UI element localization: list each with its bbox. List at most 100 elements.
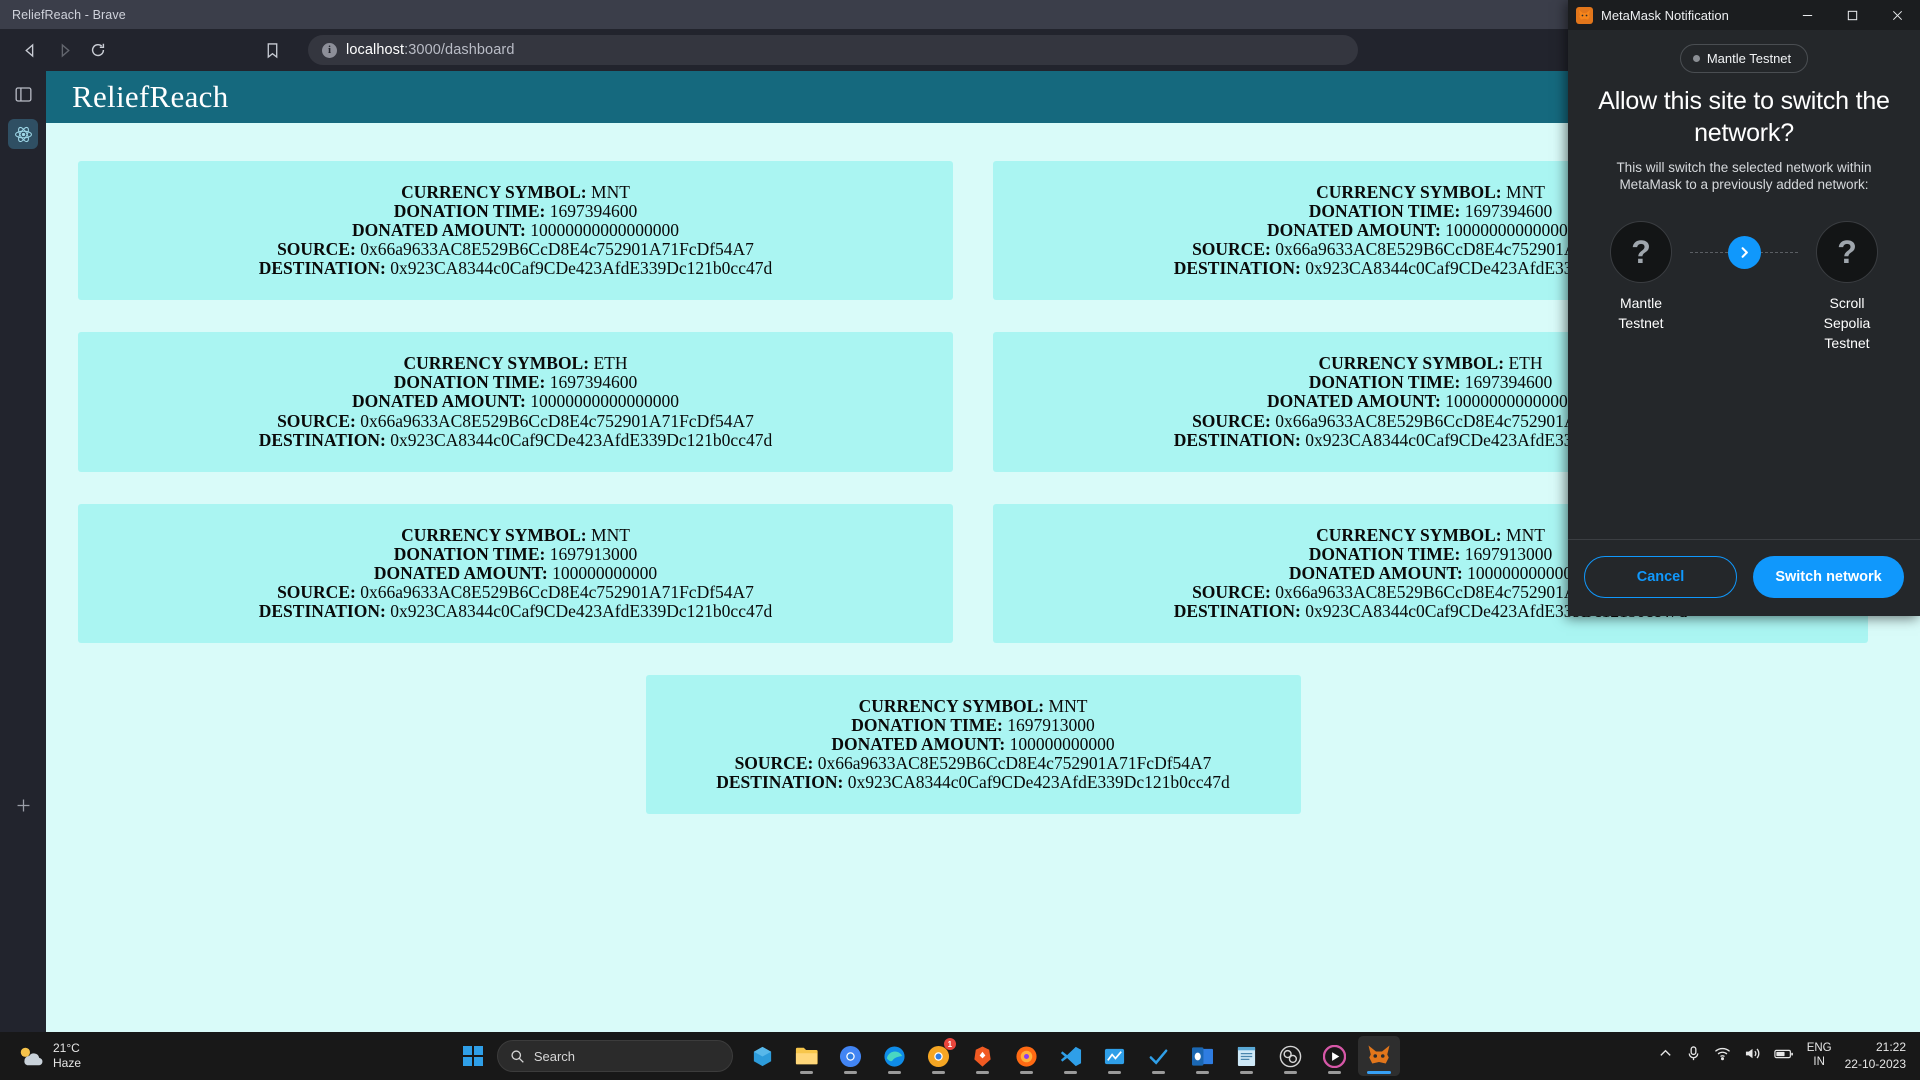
taskbar-app-notepad[interactable] xyxy=(1226,1036,1268,1076)
start-button[interactable] xyxy=(458,1041,488,1071)
donation-card[interactable]: CURRENCY SYMBOL: ETH DONATION TIME: 16973… xyxy=(78,332,953,472)
network-selector-pill[interactable]: Mantle Testnet xyxy=(1679,44,1809,73)
card-label-source: SOURCE: xyxy=(1192,581,1271,602)
microphone-button[interactable] xyxy=(1686,1045,1701,1067)
card-label-donation-time: DONATION TIME: xyxy=(393,543,546,564)
taskbar-app-todo[interactable] xyxy=(1138,1036,1180,1076)
card-label-donated-amount: DONATED AMOUNT: xyxy=(1267,391,1441,412)
taskbar-app-badge: 1 xyxy=(943,1038,956,1050)
forward-button[interactable] xyxy=(48,34,80,66)
card-label-destination: DESTINATION: xyxy=(1173,429,1301,450)
card-field-destination: DESTINATION: 0x923CA8344c0Caf9CDe423AfdE… xyxy=(96,259,935,278)
taskbar-app-edge[interactable] xyxy=(874,1036,916,1076)
weather-text: 21°C Haze xyxy=(53,1041,81,1071)
forward-arrow-icon xyxy=(61,42,70,58)
metamask-fox-icon xyxy=(1576,6,1593,24)
minimize-icon xyxy=(1802,14,1813,16)
taskbar-app-file-explorer[interactable] xyxy=(786,1036,828,1076)
card-value-currency-symbol: MNT xyxy=(1506,524,1545,545)
donation-card[interactable]: CURRENCY SYMBOL: MNT DONATION TIME: 16979… xyxy=(645,674,1301,815)
azure-data-studio-icon xyxy=(1102,1043,1128,1069)
chevron-right-icon xyxy=(1727,235,1761,269)
show-hidden-icons-button[interactable] xyxy=(1658,1046,1673,1066)
taskbar-app-outlook[interactable] xyxy=(1182,1036,1224,1076)
taskbar-app-media-player[interactable] xyxy=(1314,1036,1356,1076)
back-button[interactable] xyxy=(14,34,46,66)
network-selector-label: Mantle Testnet xyxy=(1706,51,1792,66)
taskbar-app-obs[interactable] xyxy=(1270,1036,1312,1076)
card-field-currency-symbol: CURRENCY SYMBOL: ETH xyxy=(96,354,935,373)
card-value-source: 0x66a9633AC8E529B6CcD8E4c752901A71FcDf54… xyxy=(360,581,754,602)
taskbar-app-indicator xyxy=(800,1071,814,1074)
card-label-destination: DESTINATION: xyxy=(258,258,386,279)
windows-taskbar: 21°C Haze Search 1 ENG IN 21:22 22-10-20… xyxy=(0,1032,1920,1080)
taskbar-weather-widget[interactable]: 21°C Haze xyxy=(0,1041,200,1071)
taskbar-app-chrome[interactable] xyxy=(830,1036,872,1076)
edge-icon xyxy=(882,1043,908,1069)
taskbar-app-indicator xyxy=(976,1071,990,1074)
url-text: localhost:3000/dashboard xyxy=(346,42,514,58)
sidebar-panel-icon xyxy=(15,86,31,102)
card-label-donated-amount: DONATED AMOUNT: xyxy=(352,391,526,412)
card-label-destination: DESTINATION: xyxy=(258,600,386,621)
card-label-destination: DESTINATION: xyxy=(258,429,386,450)
taskbar-search-box[interactable]: Search xyxy=(496,1040,733,1072)
metamask-body: Mantle Testnet Allow this site to switch… xyxy=(1568,30,1920,539)
add-icon xyxy=(17,799,29,811)
reload-button[interactable] xyxy=(82,34,114,66)
weather-haze-icon xyxy=(20,1047,43,1066)
close-button[interactable] xyxy=(1875,0,1920,30)
sidebar-add-button[interactable] xyxy=(8,790,38,820)
taskbar-app-metamask[interactable] xyxy=(1357,1036,1400,1076)
metamask-titlebar: MetaMask Notification xyxy=(1568,0,1920,30)
donation-card[interactable]: CURRENCY SYMBOL: MNT DONATION TIME: 16973… xyxy=(78,161,953,301)
taskbar-app-brave[interactable] xyxy=(962,1036,1004,1076)
card-label-currency-symbol: CURRENCY SYMBOL: xyxy=(401,182,587,202)
taskbar-app-store[interactable] xyxy=(742,1036,784,1076)
taskbar-app-firefox[interactable] xyxy=(1006,1036,1048,1076)
sidebar-item-react-devtools[interactable] xyxy=(8,119,38,149)
card-label-currency-symbol: CURRENCY SYMBOL: xyxy=(1316,182,1502,202)
outlook-icon xyxy=(1190,1043,1216,1069)
obs-icon xyxy=(1278,1043,1304,1069)
taskbar-app-indicator xyxy=(1284,1071,1298,1074)
card-field-destination: DESTINATION: 0x923CA8344c0Caf9CDe423AfdE… xyxy=(96,429,935,450)
taskbar-app-indicator xyxy=(1240,1071,1254,1074)
wifi-button[interactable] xyxy=(1714,1046,1731,1066)
card-value-source: 0x66a9633AC8E529B6CcD8E4c752901A71FcDf54… xyxy=(360,239,754,260)
sidebar-panel-toggle[interactable] xyxy=(8,79,38,109)
donations-last-row: CURRENCY SYMBOL: MNT DONATION TIME: 16979… xyxy=(78,674,1868,815)
minimize-button[interactable] xyxy=(1785,0,1830,30)
volume-button[interactable] xyxy=(1744,1046,1761,1066)
card-label-destination: DESTINATION: xyxy=(1173,600,1301,621)
cancel-button[interactable]: Cancel xyxy=(1584,556,1737,598)
taskbar-clock[interactable]: 21:22 22-10-2023 xyxy=(1845,1039,1906,1072)
taskbar-app-vscode[interactable] xyxy=(1050,1036,1092,1076)
browser-side-panel xyxy=(0,71,46,1032)
card-field-currency-symbol: CURRENCY SYMBOL: MNT xyxy=(96,525,935,545)
taskbar-app-azure-data-studio[interactable] xyxy=(1094,1036,1136,1076)
card-field-currency-symbol: CURRENCY SYMBOL: MNT xyxy=(664,696,1283,716)
fox-glyph-icon xyxy=(1578,9,1591,20)
switch-network-button[interactable]: Switch network xyxy=(1753,556,1904,598)
battery-button[interactable] xyxy=(1774,1047,1794,1066)
maximize-button[interactable] xyxy=(1830,0,1875,30)
todo-icon xyxy=(1146,1043,1172,1069)
card-field-currency-symbol: CURRENCY SYMBOL: MNT xyxy=(96,182,935,202)
card-label-currency-symbol: CURRENCY SYMBOL: xyxy=(1316,524,1502,545)
language-indicator[interactable]: ENG IN xyxy=(1807,1042,1832,1070)
back-arrow-icon xyxy=(24,42,33,58)
url-bar[interactable]: i localhost:3000/dashboard xyxy=(308,35,1358,65)
dialog-heading: Allow this site to switch the network? xyxy=(1598,87,1890,147)
donation-card[interactable]: CURRENCY SYMBOL: MNT DONATION TIME: 16979… xyxy=(78,503,953,643)
chevron-up-icon xyxy=(1660,1049,1671,1056)
taskbar-app-chrome-canary[interactable]: 1 xyxy=(918,1036,960,1076)
site-info-icon[interactable]: i xyxy=(322,42,337,58)
bookmark-button[interactable] xyxy=(256,34,288,66)
card-label-destination: DESTINATION: xyxy=(1173,258,1301,279)
card-value-donated-amount: 10000000000000000 xyxy=(530,220,679,241)
to-network: ? Scroll Sepolia Testnet xyxy=(1792,221,1902,354)
card-label-donated-amount: DONATED AMOUNT: xyxy=(1288,562,1463,583)
to-network-label: Scroll Sepolia Testnet xyxy=(1823,295,1871,351)
card-label-donation-time: DONATION TIME: xyxy=(1308,201,1461,222)
